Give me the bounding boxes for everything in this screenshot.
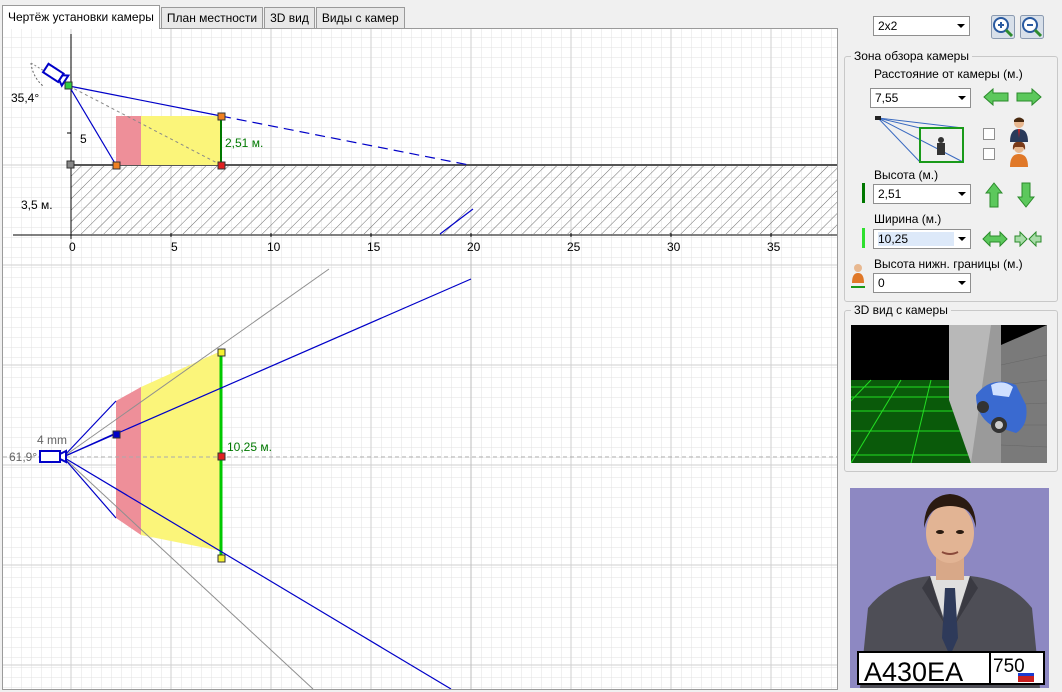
- zoom-out-icon[interactable]: [1020, 15, 1044, 39]
- person-male-checkbox[interactable]: [983, 128, 995, 140]
- height-label: 2,51 м.: [225, 136, 263, 150]
- person-female-checkbox[interactable]: [983, 148, 995, 160]
- height-select[interactable]: 2,51: [873, 184, 971, 204]
- x-tick: 35: [767, 240, 781, 254]
- lower-bound-select[interactable]: 0: [873, 273, 971, 293]
- x-tick: 25: [567, 240, 581, 254]
- zoom-in-icon[interactable]: [991, 15, 1015, 39]
- side-camera-handle[interactable]: [64, 81, 73, 90]
- coverage-zone-title: Зона обзора камеры: [851, 49, 972, 63]
- male-person-icon: [1010, 117, 1028, 142]
- plate-number: А430ЕА: [864, 657, 963, 687]
- side-top-handle[interactable]: [217, 112, 226, 121]
- height-color-marker: [862, 183, 865, 203]
- top-center-handle[interactable]: [217, 452, 226, 461]
- origin-handle[interactable]: [66, 160, 75, 169]
- top-near-handle[interactable]: [112, 430, 121, 439]
- top-camera-icon[interactable]: [39, 449, 67, 464]
- plate-region: 750: [993, 656, 1025, 677]
- expand-width-icon[interactable]: [982, 231, 1008, 247]
- x-tick: 10: [267, 240, 281, 254]
- side-near-handle[interactable]: [112, 161, 121, 170]
- angle-label: 35,4°: [11, 91, 39, 105]
- five-label: 5: [80, 132, 87, 146]
- top-upper-handle[interactable]: [217, 348, 226, 357]
- tab-3d-view[interactable]: 3D вид: [264, 7, 315, 28]
- width-select[interactable]: 10,25: [873, 229, 971, 249]
- side-yellow-zone: [141, 116, 221, 165]
- layout-select[interactable]: 2x2: [873, 16, 970, 36]
- arrow-up-icon[interactable]: [985, 182, 1003, 208]
- width-field-label: Ширина (м.): [874, 212, 942, 226]
- distance-select[interactable]: 7,55: [870, 88, 971, 108]
- camera-view-photo: А430ЕА 750: [850, 488, 1049, 688]
- shrink-width-icon[interactable]: [1014, 231, 1042, 247]
- tab-terrain-plan[interactable]: План местности: [160, 7, 264, 28]
- female-person-icon: [1010, 141, 1028, 167]
- ground-label: 3,5 м.: [21, 198, 53, 212]
- top-lower-handle[interactable]: [217, 554, 226, 563]
- arrow-down-icon[interactable]: [1017, 182, 1035, 208]
- x-tick: 30: [667, 240, 681, 254]
- side-bottom-handle[interactable]: [217, 161, 226, 170]
- x-tick: 15: [367, 240, 381, 254]
- x-tick: 5: [171, 240, 178, 254]
- arrow-left-icon[interactable]: [982, 88, 1010, 106]
- lower-bound-label: Высота нижн. границы (м.): [874, 257, 1023, 271]
- tab-camera-drawing[interactable]: Чертёж установки камеры: [2, 5, 160, 29]
- h-angle-label: 61,9°: [9, 450, 37, 464]
- width-color-marker: [862, 228, 865, 248]
- view3d-title: 3D вид с камеры: [851, 303, 951, 317]
- lower-bound-person-icon: [851, 264, 865, 288]
- side-pink-zone: [116, 116, 141, 165]
- arrow-right-icon[interactable]: [1015, 88, 1043, 106]
- distance-label: Расстояние от камеры (м.): [874, 67, 1023, 81]
- top-pink-zone: [116, 387, 141, 535]
- drawing-canvas[interactable]: 35,4° 5 2,51 м. 3,5 м. 0 5 10 15 20 25 3…: [2, 28, 838, 690]
- lens-label: 4 mm: [37, 433, 67, 447]
- view3d-preview: [851, 325, 1047, 463]
- x-tick: 0: [69, 240, 76, 254]
- x-tick: 20: [467, 240, 481, 254]
- tab-camera-views[interactable]: Виды с камер: [315, 7, 405, 28]
- height-field-label: Высота (м.): [874, 168, 939, 182]
- width-label: 10,25 м.: [227, 440, 272, 454]
- zone-preview-icon: [875, 116, 964, 163]
- tab-strip: Чертёж установки камеры План местности 3…: [2, 5, 406, 29]
